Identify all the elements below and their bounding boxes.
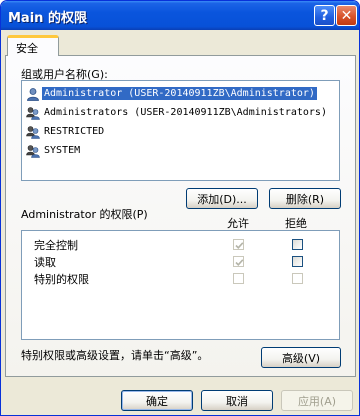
user-group-icon [26,106,40,120]
permissions-list: 完全控制 读取 特别的权限 [21,230,340,340]
user-item-label: Administrator (USER-20140911ZB\Administr… [42,87,317,100]
checkmark-icon [235,259,244,266]
deny-column-header: 拒绝 [285,217,307,230]
user-group-icon [26,144,40,158]
tab-security[interactable]: 安全 [7,35,59,56]
close-button[interactable]: ✕ [336,5,357,26]
permission-name: 完全控制 [34,239,78,252]
user-item-administrator[interactable]: Administrator (USER-20140911ZB\Administr… [26,85,326,102]
user-item-label: SYSTEM [44,145,81,156]
users-list[interactable]: Administrator (USER-20140911ZB\Administr… [21,80,340,181]
ok-button[interactable]: 确定 [121,390,193,411]
user-item-system[interactable]: SYSTEM [26,142,326,159]
allow-special-checkbox[interactable] [233,273,244,284]
user-group-icon [26,125,40,139]
cancel-button[interactable]: 取消 [201,390,273,411]
title-bar[interactable]: Main 的权限 ? ✕ [1,1,359,30]
apply-button[interactable]: 应用(A) [281,390,353,411]
tab-security-label: 安全 [16,42,38,55]
permission-row-read: 读取 [22,253,339,270]
user-item-restricted[interactable]: RESTRICTED [26,123,326,140]
single-user-icon [27,87,39,101]
allow-column-header: 允许 [227,217,249,230]
allow-full-control-checkbox[interactable] [233,239,244,250]
permission-row-full-control: 完全控制 [22,236,339,253]
permissions-dialog: Main 的权限 ? ✕ 安全 组或用户名称(G): Administrator… [0,0,360,416]
user-item-label: Administrators (USER-20140911ZB\Administ… [44,107,327,118]
permissions-label: Administrator 的权限(P) [21,208,148,221]
permission-row-special: 特别的权限 [22,270,339,287]
permission-name: 特别的权限 [34,273,89,286]
deny-full-control-checkbox[interactable] [292,239,303,250]
close-icon: ✕ [340,7,353,24]
user-item-administrators[interactable]: Administrators (USER-20140911ZB\Administ… [26,104,327,121]
user-item-label: RESTRICTED [44,126,105,137]
checkmark-icon [235,242,244,249]
deny-read-checkbox[interactable] [292,256,303,267]
add-button[interactable]: 添加(D)... [186,188,258,209]
remove-button[interactable]: 删除(R) [269,188,341,209]
advanced-hint: 特别权限或高级设置，请单击“高级”。 [21,349,209,362]
deny-special-checkbox[interactable] [292,273,303,284]
window-title: Main 的权限 [8,11,87,26]
allow-read-checkbox[interactable] [233,256,244,267]
permission-name: 读取 [34,256,56,269]
help-button[interactable]: ? [314,5,335,26]
advanced-button[interactable]: 高级(V) [261,347,341,368]
